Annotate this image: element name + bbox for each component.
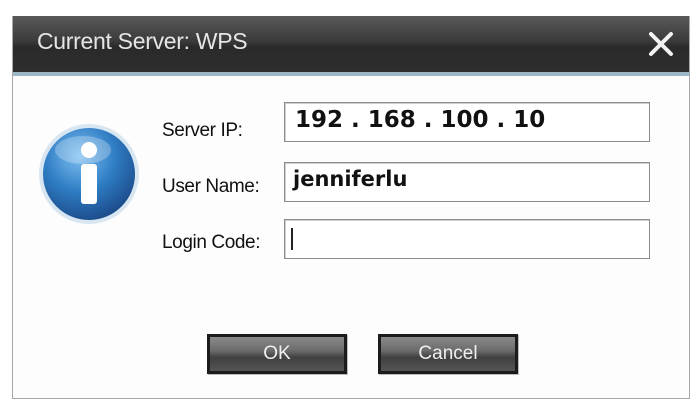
login-dialog: Current Server: WPS Server IP: 192 . 168…	[12, 16, 690, 399]
info-icon	[37, 122, 141, 226]
server-ip-field[interactable]: 192 . 168 . 100 . 10	[284, 102, 650, 142]
user-name-field[interactable]: jenniferlu	[284, 162, 650, 202]
user-name-label: User Name:	[162, 176, 260, 197]
dialog-title-bar[interactable]: Current Server: WPS	[13, 16, 689, 72]
login-code-label: Login Code:	[162, 232, 261, 253]
title-accent-line	[13, 72, 689, 76]
login-code-field[interactable]	[284, 219, 650, 259]
cancel-button[interactable]: Cancel	[378, 334, 518, 374]
text-caret	[291, 228, 293, 250]
dialog-title: Current Server: WPS	[37, 28, 248, 54]
server-ip-label: Server IP:	[162, 120, 243, 141]
close-icon[interactable]	[647, 30, 675, 58]
ok-button[interactable]: OK	[207, 334, 347, 374]
